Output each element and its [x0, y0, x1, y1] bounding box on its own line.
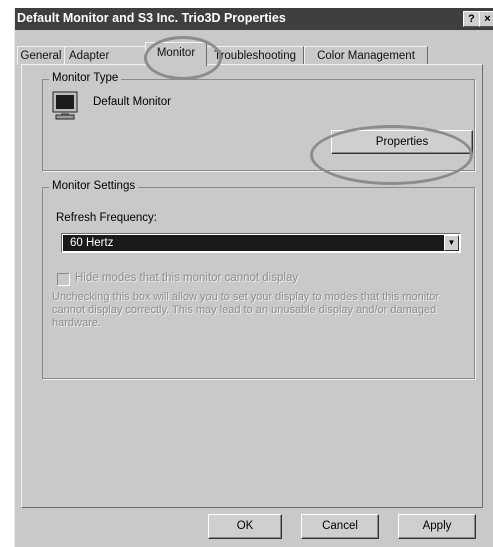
properties-highlight-circle: [310, 125, 473, 185]
monitor-settings-group: Monitor Settings Refresh Frequency: 60 H…: [42, 180, 475, 379]
apply-button[interactable]: Apply: [398, 514, 476, 539]
refresh-frequency-label: Refresh Frequency:: [56, 212, 157, 224]
cancel-button[interactable]: Cancel: [301, 514, 379, 539]
tab-strip: General Adapter Monitor Troubleshooting …: [15, 42, 493, 66]
refresh-frequency-value: 60 Hertz: [63, 235, 446, 251]
hide-modes-checkbox[interactable]: [57, 273, 70, 286]
close-button[interactable]: ×: [479, 11, 493, 27]
dropdown-arrow-icon[interactable]: ▼: [444, 235, 459, 251]
title-bar: Default Monitor and S3 Inc. Trio3D Prope…: [15, 8, 493, 30]
tab-adapter[interactable]: Adapter: [64, 46, 148, 65]
monitor-type-legend: Monitor Type: [49, 72, 122, 84]
hide-modes-warning: Unchecking this box will allow you to se…: [52, 291, 440, 329]
monitor-icon: [52, 91, 78, 120]
monitor-name: Default Monitor: [93, 96, 171, 108]
help-button[interactable]: ?: [463, 11, 480, 27]
properties-dialog: Default Monitor and S3 Inc. Trio3D Prope…: [14, 8, 493, 547]
refresh-frequency-select[interactable]: 60 Hertz ▼: [61, 233, 461, 253]
tab-color-management[interactable]: Color Management: [304, 46, 428, 65]
window-title: Default Monitor and S3 Inc. Trio3D Prope…: [17, 11, 286, 25]
tab-general[interactable]: General: [17, 46, 65, 65]
hide-modes-label: Hide modes that this monitor cannot disp…: [75, 272, 299, 284]
monitor-tab-highlight-circle: [144, 36, 222, 80]
monitor-settings-legend: Monitor Settings: [49, 180, 139, 192]
ok-button[interactable]: OK: [208, 514, 282, 539]
